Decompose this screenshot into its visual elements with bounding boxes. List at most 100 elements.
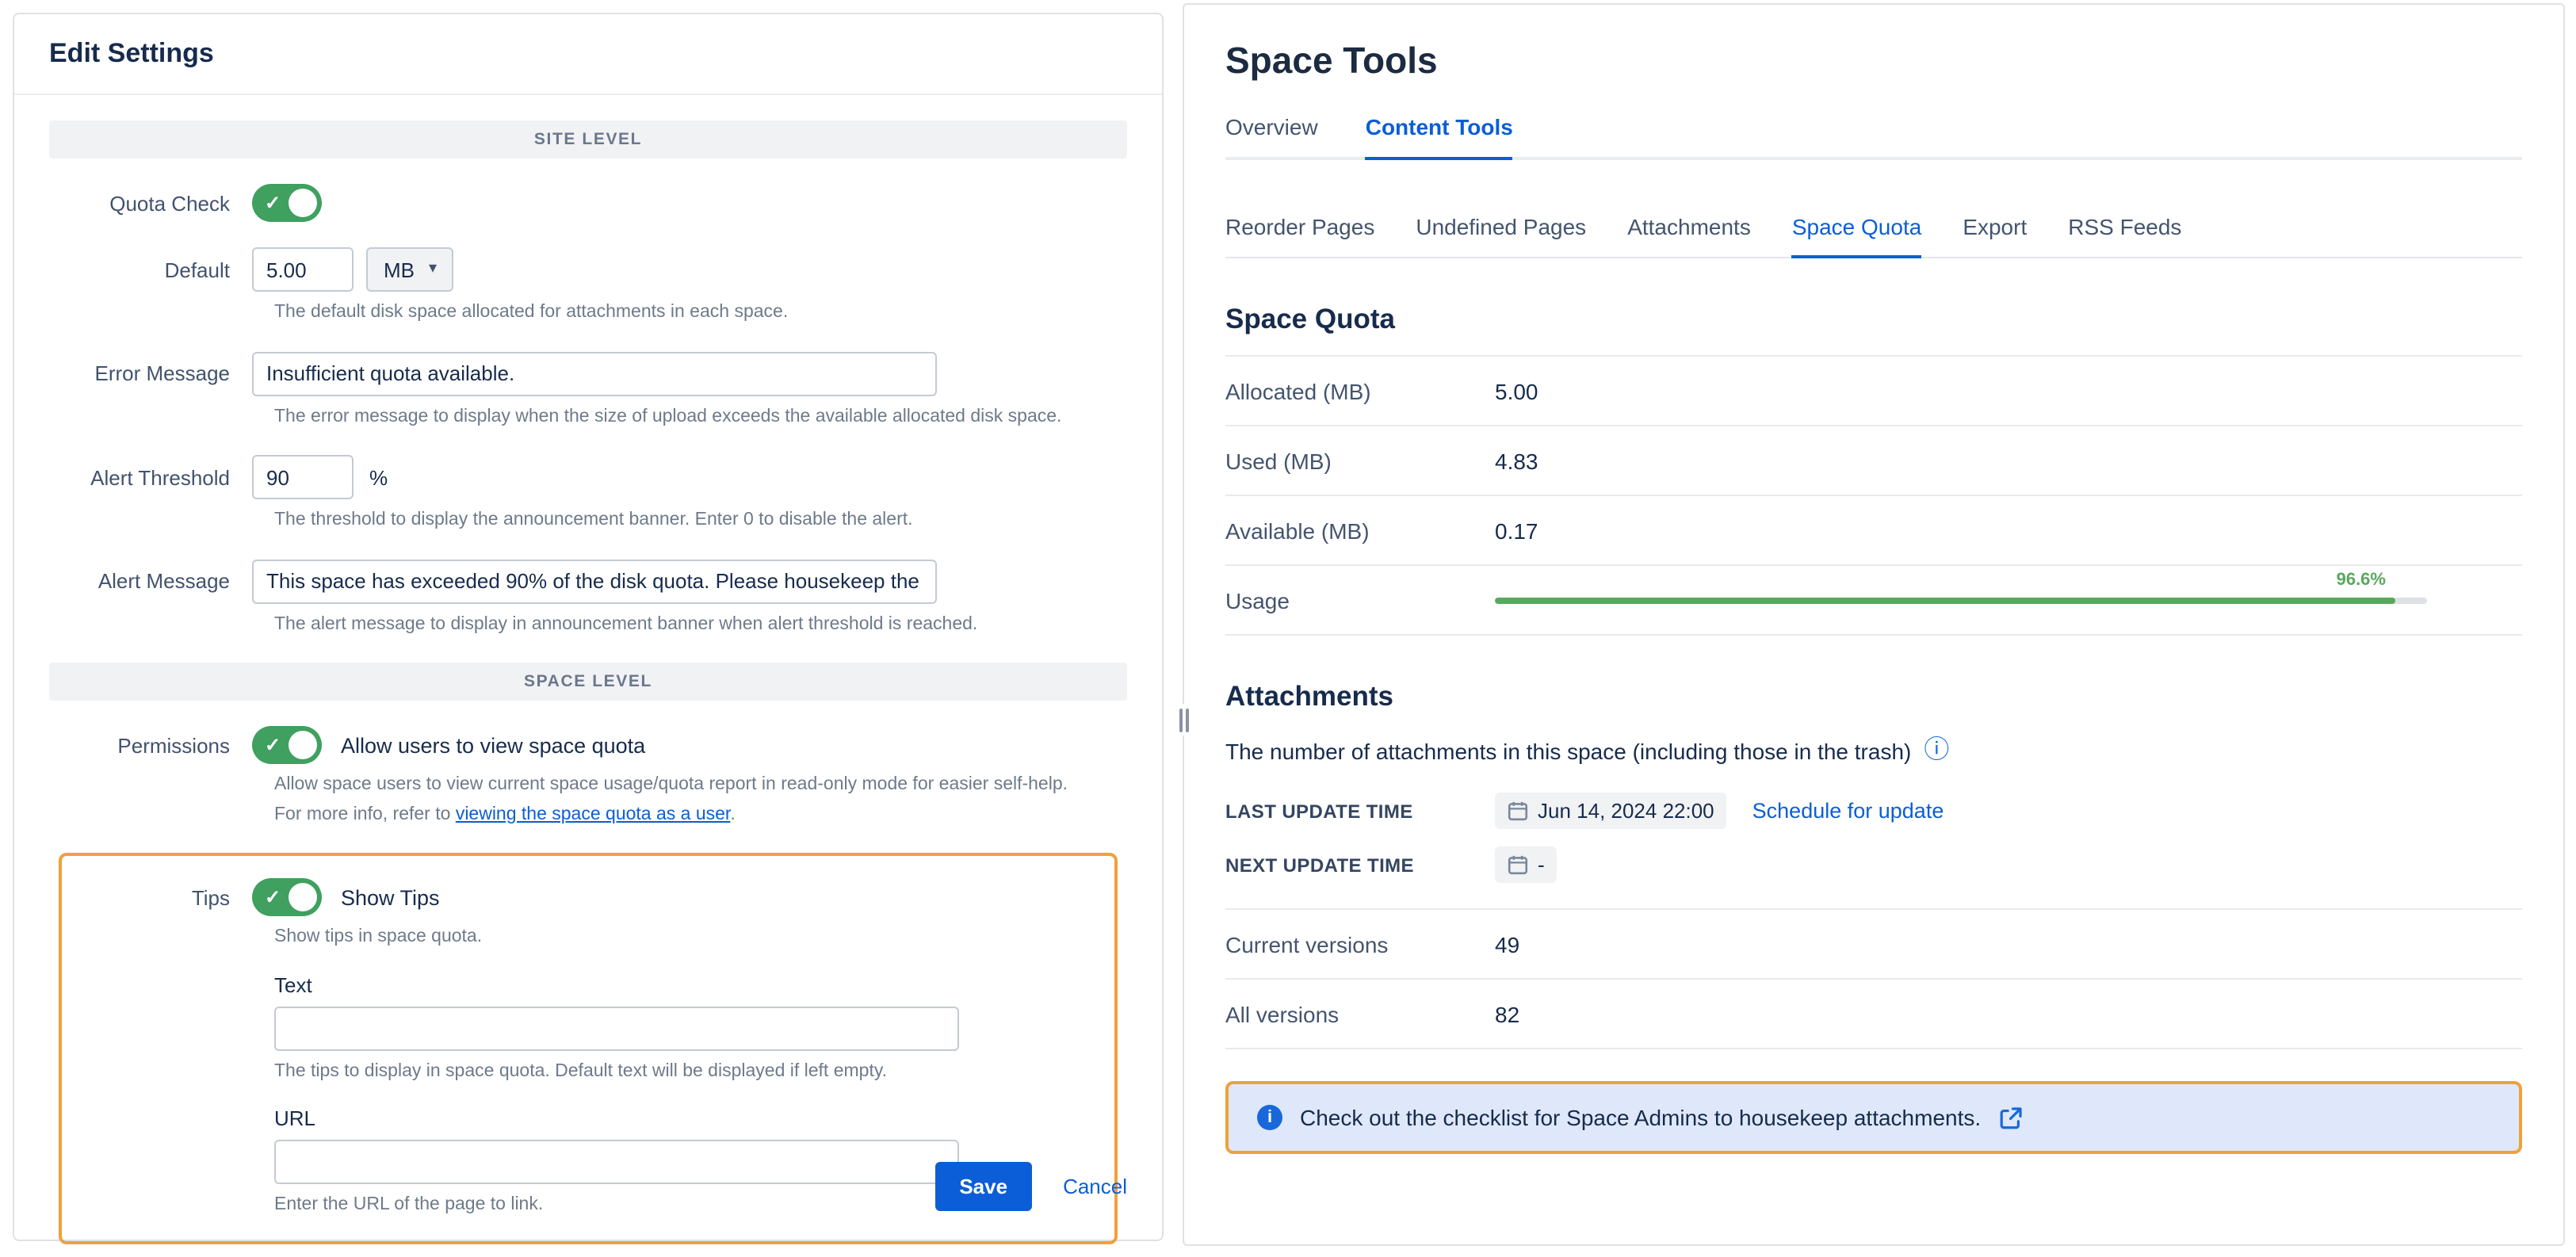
table-row: Available (MB) 0.17	[1225, 496, 2522, 566]
tips-toggle-text: Show Tips	[341, 885, 440, 909]
permissions-toggle[interactable]: ✓	[252, 726, 322, 764]
tips-url-label: URL	[274, 1106, 1114, 1130]
view-space-quota-link[interactable]: viewing the space quota as a user	[456, 804, 731, 823]
usage-row: Usage 96.6%	[1225, 566, 2522, 636]
toggle-knob	[289, 189, 317, 217]
default-unit-value: MB	[384, 258, 415, 281]
next-update-label: NEXT UPDATE TIME	[1225, 854, 1495, 876]
info-icon[interactable]: ⓘ	[1924, 739, 1949, 764]
next-update-value: -	[1538, 853, 1545, 877]
all-versions-label: All versions	[1225, 1001, 1495, 1026]
tips-text-label: Text	[274, 972, 1114, 996]
subtab-export[interactable]: Export	[1963, 214, 2027, 257]
subtab-rss-feeds[interactable]: RSS Feeds	[2068, 214, 2181, 257]
permissions-label: Permissions	[49, 733, 252, 757]
usage-progress-fill	[1495, 597, 2395, 603]
info-filled-icon: i	[1257, 1105, 1282, 1130]
permissions-group: Permissions ✓ Allow users to view space …	[49, 726, 1127, 827]
edit-settings-panel: Edit Settings SITE LEVEL Quota Check ✓ D…	[13, 13, 1164, 1241]
next-update-row: NEXT UPDATE TIME -	[1225, 846, 2522, 883]
error-message-help-text: The error message to display when the si…	[274, 405, 1127, 430]
default-unit-select[interactable]: MB ▾	[366, 247, 453, 292]
attachments-description: The number of attachments in this space …	[1225, 739, 2522, 764]
current-versions-label: Current versions	[1225, 931, 1495, 957]
alert-threshold-label: Alert Threshold	[49, 465, 252, 489]
subtab-attachments[interactable]: Attachments	[1627, 214, 1751, 257]
space-tools-tabs: Overview Content Tools	[1225, 114, 2522, 160]
screen: Edit Settings SITE LEVEL Quota Check ✓ D…	[0, 0, 2576, 1257]
space-quota-table: Allocated (MB) 5.00 Used (MB) 4.83 Avail…	[1225, 355, 2522, 636]
permissions-toggle-text: Allow users to view space quota	[341, 733, 645, 757]
attachments-heading: Attachments	[1225, 680, 2522, 713]
alert-threshold-group: Alert Threshold % The threshold to displ…	[49, 455, 1127, 533]
all-versions-value: 82	[1495, 1001, 1519, 1026]
last-update-value: Jun 14, 2024 22:00	[1538, 799, 1714, 823]
available-label: Available (MB)	[1225, 518, 1495, 543]
alert-message-label: Alert Message	[49, 569, 252, 593]
space-quota-heading: Space Quota	[1225, 303, 2522, 336]
calendar-icon	[1508, 800, 1528, 821]
alert-message-input[interactable]	[252, 559, 937, 603]
calendar-icon	[1508, 854, 1528, 875]
banner-text: Check out the checklist for Space Admins…	[1300, 1105, 1981, 1130]
table-row: Used (MB) 4.83	[1225, 426, 2522, 496]
toggle-knob	[289, 883, 317, 911]
allocated-value: 5.00	[1495, 378, 1538, 403]
default-quota-input[interactable]	[252, 247, 354, 292]
permissions-help-line1: Allow space users to view current space …	[274, 774, 1127, 798]
allocated-label: Allocated (MB)	[1225, 378, 1495, 403]
quota-check-label: Quota Check	[49, 191, 252, 215]
edit-settings-header: Edit Settings	[14, 14, 1162, 95]
space-level-section-header: SPACE LEVEL	[49, 663, 1127, 701]
schedule-for-update-link[interactable]: Schedule for update	[1752, 799, 1944, 823]
edit-settings-body: SITE LEVEL Quota Check ✓ Default MB	[14, 95, 1162, 1244]
permissions-help-suffix: .	[730, 804, 735, 823]
cancel-button[interactable]: Cancel	[1063, 1175, 1127, 1198]
usage-percent-text: 96.6%	[2337, 570, 2386, 589]
usage-progress-bar: 96.6%	[1495, 597, 2427, 603]
available-value: 0.17	[1495, 518, 1538, 543]
alert-threshold-help-text: The threshold to display the announcemen…	[274, 509, 1127, 533]
next-update-chip: -	[1495, 846, 1557, 883]
content-tools-subtabs: Reorder Pages Undefined Pages Attachment…	[1225, 214, 2522, 258]
last-update-row: LAST UPDATE TIME Jun 14, 2024 22:00 Sche…	[1225, 793, 2522, 829]
attachments-description-text: The number of attachments in this space …	[1225, 739, 1911, 764]
subtab-space-quota[interactable]: Space Quota	[1792, 214, 1921, 257]
alert-message-help-text: The alert message to display in announce…	[274, 613, 1127, 637]
tips-text-field-group: Text The tips to display in space quota.…	[274, 972, 1114, 1084]
space-tools-title: Space Tools	[1225, 40, 2522, 82]
toggle-knob	[289, 731, 317, 759]
table-row: All versions 82	[1225, 980, 2522, 1049]
quota-check-group: Quota Check ✓	[49, 184, 1127, 222]
default-help-text: The default disk space allocated for att…	[274, 301, 1127, 326]
subtab-undefined-pages[interactable]: Undefined Pages	[1416, 214, 1586, 257]
space-tools-inner: Space Tools Overview Content Tools Reord…	[1184, 5, 2563, 1154]
tab-overview[interactable]: Overview	[1225, 114, 1318, 157]
check-icon: ✓	[265, 886, 281, 908]
check-icon: ✓	[265, 192, 281, 214]
tips-help-text: Show tips in space quota.	[274, 926, 1114, 950]
external-link-icon[interactable]	[1998, 1106, 2022, 1129]
save-button[interactable]: Save	[935, 1162, 1031, 1211]
table-row: Allocated (MB) 5.00	[1225, 357, 2522, 426]
table-row: Current versions 49	[1225, 910, 2522, 980]
subtab-reorder-pages[interactable]: Reorder Pages	[1225, 214, 1374, 257]
percent-suffix: %	[369, 465, 388, 489]
last-update-chip: Jun 14, 2024 22:00	[1495, 793, 1727, 829]
usage-progress-track	[1495, 597, 2427, 603]
tips-text-input[interactable]	[274, 1006, 959, 1050]
panel-resize-handle[interactable]	[1176, 704, 1191, 735]
quota-check-toggle[interactable]: ✓	[252, 184, 322, 222]
default-quota-group: Default MB ▾ The default disk space allo…	[49, 247, 1127, 326]
tips-toggle[interactable]: ✓	[252, 878, 322, 916]
error-message-input[interactable]	[252, 351, 937, 395]
alert-message-group: Alert Message The alert message to displ…	[49, 559, 1127, 637]
last-update-label: LAST UPDATE TIME	[1225, 800, 1495, 822]
space-tools-panel: Space Tools Overview Content Tools Reord…	[1183, 3, 2565, 1246]
tab-content-tools[interactable]: Content Tools	[1366, 114, 1513, 157]
used-label: Used (MB)	[1225, 448, 1495, 473]
site-level-section-header: SITE LEVEL	[49, 120, 1127, 159]
alert-threshold-input[interactable]	[252, 455, 354, 499]
current-versions-value: 49	[1495, 931, 1519, 957]
chevron-down-icon: ▾	[429, 262, 437, 277]
